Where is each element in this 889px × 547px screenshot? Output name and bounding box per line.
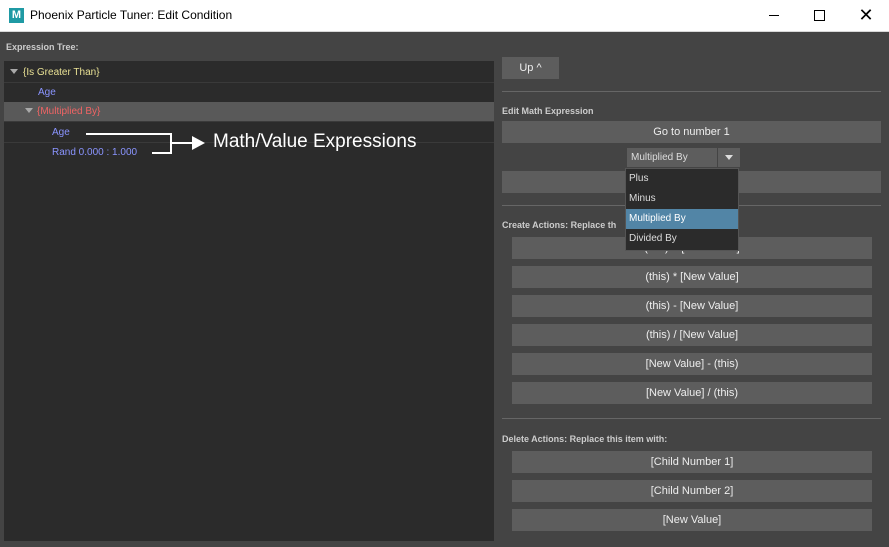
edit-math-label: Edit Math Expression	[502, 106, 594, 116]
delete-action-button[interactable]: [Child Number 2]	[512, 480, 872, 502]
tree-row-multiplied-by[interactable]: {Multiplied By}	[4, 102, 494, 122]
minimize-button[interactable]	[751, 0, 797, 31]
go-to-number-button[interactable]: Go to number 1	[502, 121, 881, 143]
dropdown-option-selected[interactable]: Multiplied By	[626, 209, 738, 229]
tree-row-age[interactable]: Age	[4, 83, 494, 103]
delete-actions-label: Delete Actions: Replace this item with:	[502, 434, 668, 444]
separator	[502, 418, 881, 419]
chevron-down-icon[interactable]	[717, 148, 740, 167]
create-action-button[interactable]: (this) - [New Value]	[512, 295, 872, 317]
expression-tree-label: Expression Tree:	[6, 42, 79, 52]
title-bar: M Phoenix Particle Tuner: Edit Condition…	[0, 0, 889, 32]
collapse-triangle-icon[interactable]	[10, 69, 18, 74]
tree-node-label: Rand 0.000 : 1.000	[52, 147, 138, 158]
dropdown-option[interactable]: Divided By	[626, 229, 738, 249]
arrow-right-icon	[192, 136, 205, 150]
separator	[502, 91, 881, 92]
operator-select[interactable]: Multiplied By	[627, 148, 740, 167]
window-title: Phoenix Particle Tuner: Edit Condition	[30, 8, 233, 22]
create-action-button[interactable]: (this) / [New Value]	[512, 324, 872, 346]
operator-select-value: Multiplied By	[631, 152, 688, 163]
tree-node-label: {Multiplied By}	[37, 106, 101, 117]
create-action-button[interactable]: [New Value] / (this)	[512, 382, 872, 404]
app-logo-icon: M	[9, 8, 24, 23]
annotation-arrow-shaft	[172, 142, 194, 144]
delete-action-button[interactable]: [Child Number 1]	[512, 451, 872, 473]
close-button[interactable]: ✕	[843, 0, 889, 31]
operator-dropdown-list[interactable]: Plus Minus Multiplied By Divided By	[625, 168, 739, 251]
up-button[interactable]: Up ^	[502, 57, 559, 79]
collapse-triangle-icon[interactable]	[25, 108, 33, 113]
tree-node-label: {Is Greater Than}	[23, 67, 100, 78]
delete-action-button[interactable]: [New Value]	[512, 509, 872, 531]
create-actions-label: Create Actions: Replace th	[502, 220, 617, 230]
tree-row-is-greater-than[interactable]: {Is Greater Than}	[4, 63, 494, 83]
annotation-line-top	[86, 133, 172, 135]
dropdown-option[interactable]: Plus	[626, 169, 738, 189]
maximize-button[interactable]	[797, 0, 843, 31]
tree-node-label: Age	[38, 87, 56, 98]
annotation-line-bottom	[152, 152, 172, 154]
dropdown-option[interactable]: Minus	[626, 189, 738, 209]
create-action-button[interactable]: [New Value] - (this)	[512, 353, 872, 375]
create-action-button[interactable]: (this) * [New Value]	[512, 266, 872, 288]
annotation-text: Math/Value Expressions	[213, 131, 417, 152]
tree-node-label: Age	[52, 127, 70, 138]
